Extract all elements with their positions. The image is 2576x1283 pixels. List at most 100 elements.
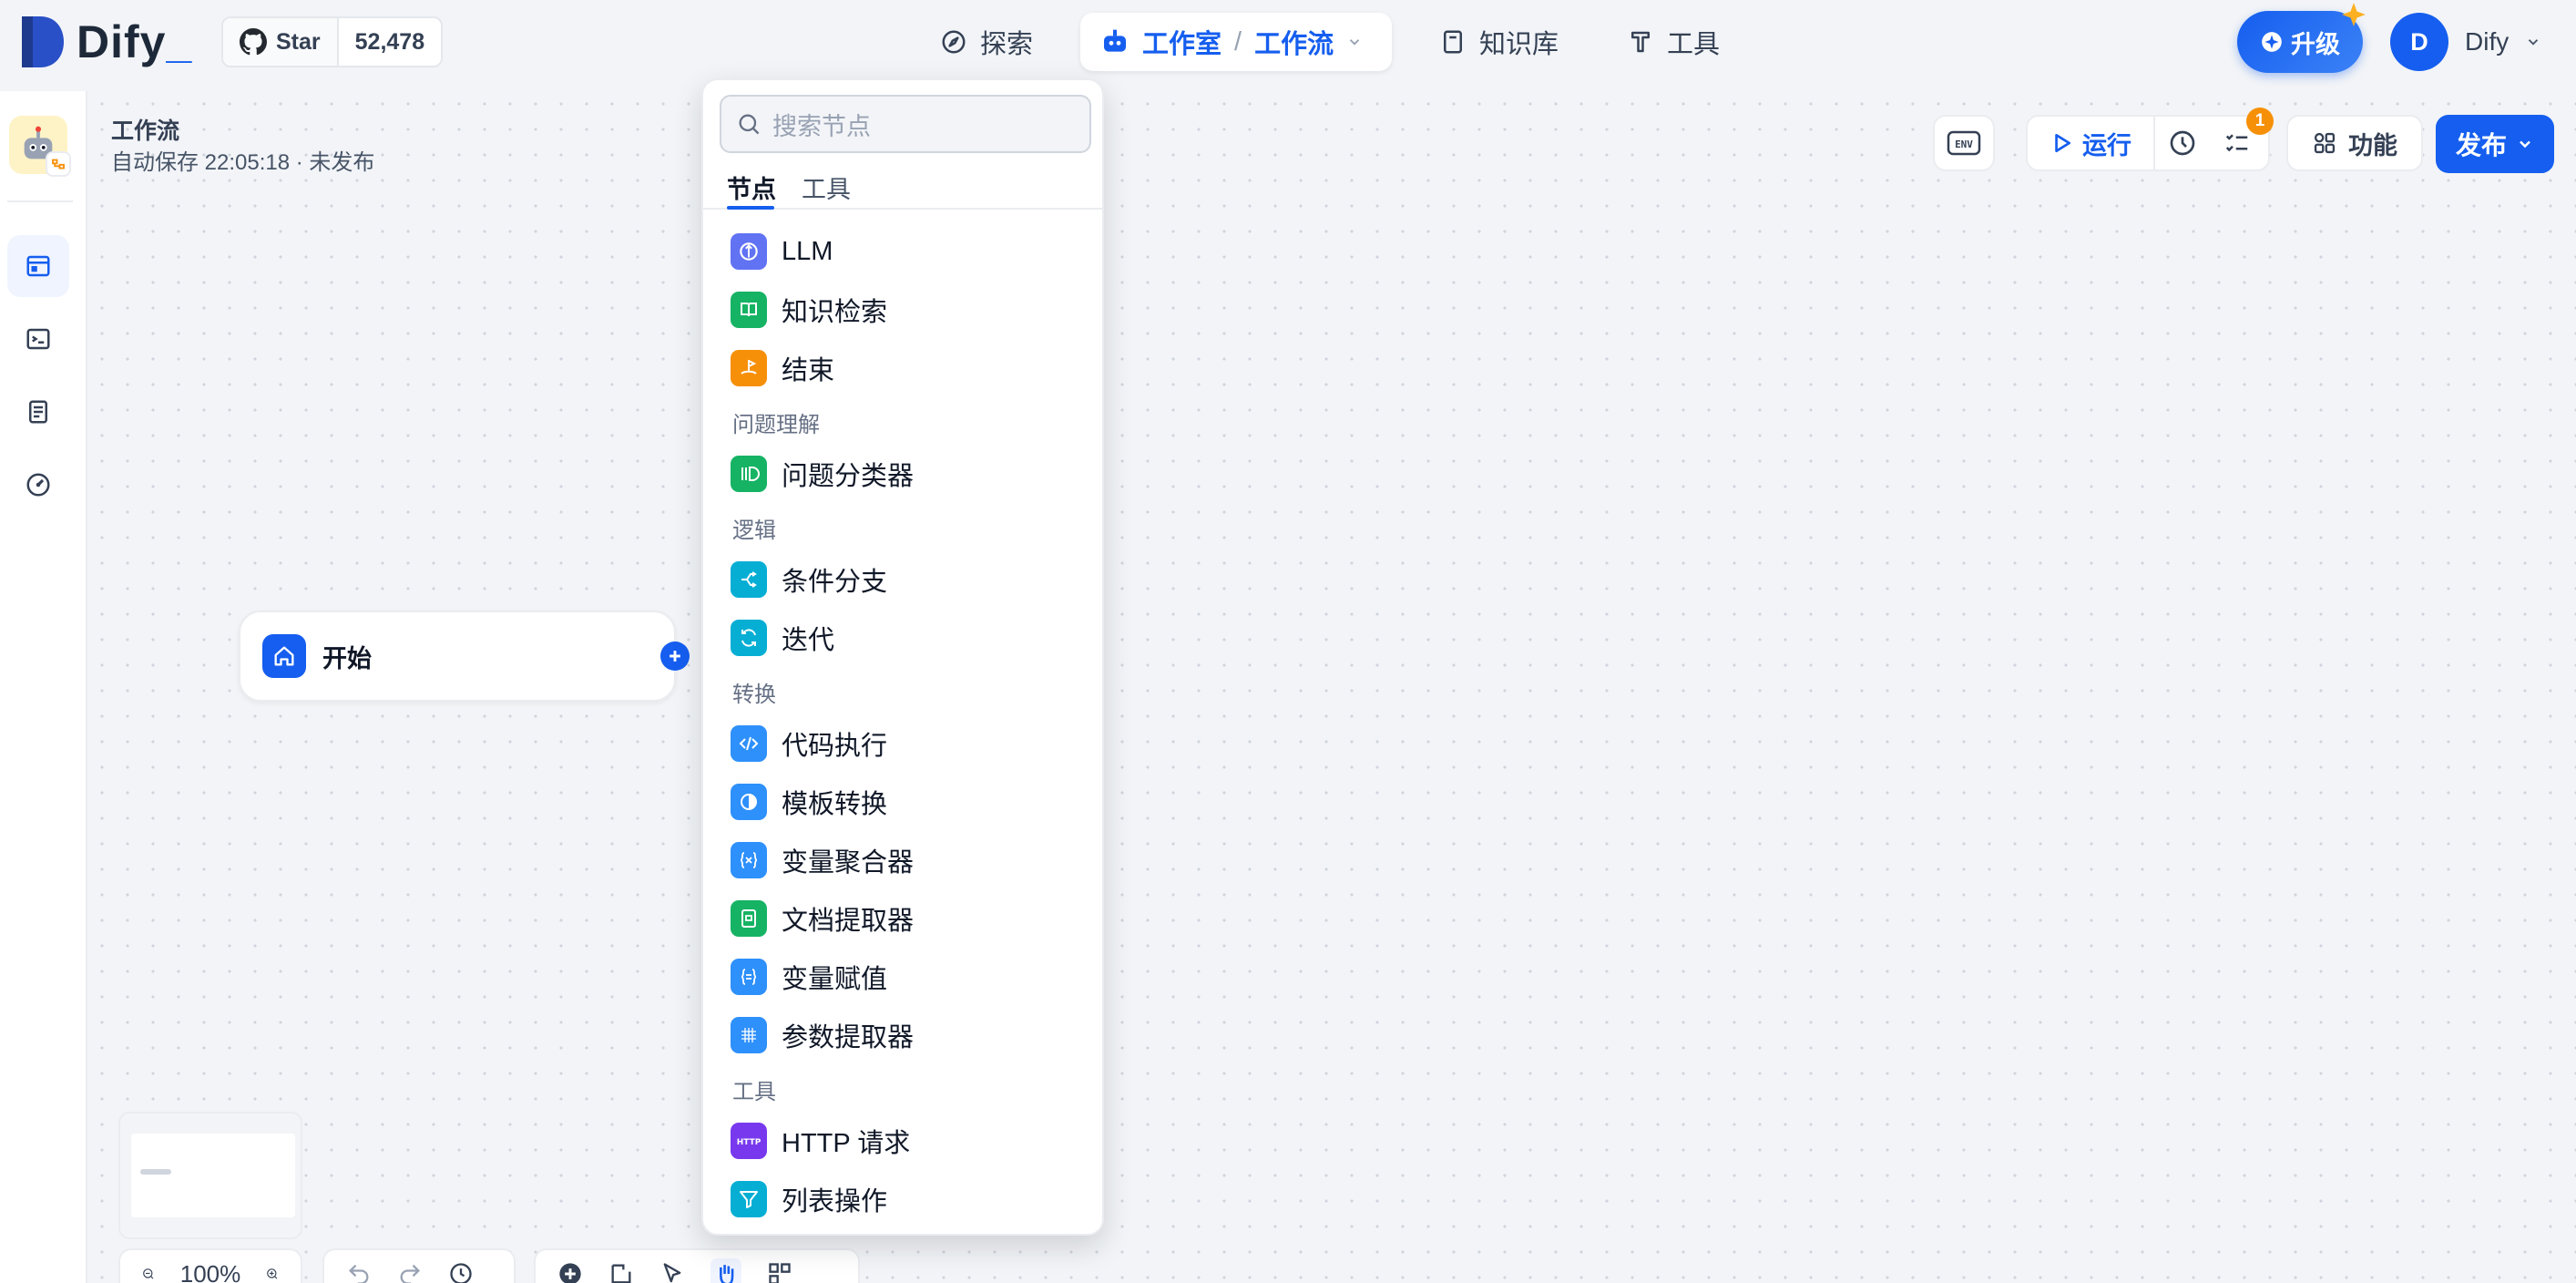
github-star-count[interactable]: 52,478 (339, 18, 441, 66)
document-list-icon (29, 400, 47, 424)
clock-history-icon (2170, 130, 2195, 156)
user-menu[interactable]: D Dify (2390, 11, 2541, 73)
nav-knowledge[interactable]: 知识库 (1419, 13, 1579, 71)
canvas-tools (534, 1248, 860, 1283)
app-sidebar (0, 91, 87, 1283)
node-item-knowledge-retrieval[interactable]: 知识检索 (731, 290, 887, 330)
redo-icon[interactable] (397, 1261, 423, 1283)
workflow-title: 工作流 (111, 118, 180, 144)
template-icon (731, 784, 767, 820)
sidebar-item-logs[interactable] (7, 381, 69, 443)
picker-tabs: 节点 工具 (703, 164, 1102, 210)
assign-icon (731, 959, 767, 995)
nav-studio[interactable]: 工作室 / 工作流 (1080, 13, 1392, 71)
checklist-count-badge: 1 (2246, 108, 2274, 135)
add-note-icon[interactable] (608, 1261, 634, 1283)
organize-icon[interactable] (767, 1261, 792, 1283)
run-button[interactable]: 运行 (2028, 117, 2155, 169)
param-icon (731, 1017, 767, 1053)
llm-icon (731, 233, 767, 270)
variable-icon (731, 842, 767, 878)
minimap-node (140, 1169, 171, 1175)
node-item-template-transform[interactable]: 模板转换 (731, 782, 887, 822)
publish-button[interactable]: 发布 (2436, 115, 2554, 173)
node-item-label: LLM (782, 236, 833, 266)
book-icon (731, 292, 767, 328)
branch-icon (731, 561, 767, 598)
run-toolbar: 运行 (2026, 115, 2270, 171)
loop-icon (731, 620, 767, 656)
hand-icon[interactable] (710, 1258, 741, 1283)
node-picker-popup: 搜索节点 节点 工具 LLM 知识检索 结束 问题理解 问题分类器 逻辑 条件分… (701, 78, 1104, 1236)
env-icon: ENV (1947, 130, 1981, 156)
version-history-icon[interactable] (448, 1261, 474, 1283)
sidebar-divider (7, 200, 73, 202)
node-item-end[interactable]: 结束 (731, 348, 834, 388)
node-item-parameter-extractor[interactable]: 参数提取器 (731, 1015, 914, 1055)
chevron-down-icon (2520, 140, 2530, 149)
sparkle-icon (2262, 32, 2282, 52)
filter-icon (731, 1181, 767, 1217)
nav-explore[interactable]: 探索 (920, 13, 1053, 71)
workflow-save-status: 自动保存 22:05:18 · 未发布 (111, 150, 375, 175)
node-item-label: 参数提取器 (782, 1023, 915, 1052)
nav-explore-label: 探索 (980, 30, 1034, 59)
dify-logo[interactable]: Dify_ (20, 15, 192, 69)
group-label-tools: 工具 (732, 1080, 776, 1104)
node-search-input[interactable]: 搜索节点 (772, 107, 871, 142)
classifier-icon (731, 456, 767, 492)
node-item-question-classifier[interactable]: 问题分类器 (731, 454, 914, 494)
nav-tools[interactable]: 工具 (1607, 13, 1740, 71)
sidebar-item-api[interactable] (7, 308, 69, 370)
window-icon (26, 255, 50, 277)
features-button[interactable]: 功能 (2286, 115, 2423, 171)
node-item-variable-aggregator[interactable]: 变量聚合器 (731, 840, 914, 880)
pointer-icon[interactable] (659, 1261, 685, 1283)
node-item-llm[interactable]: LLM (731, 231, 833, 272)
search-icon (739, 114, 760, 135)
node-item-list-operator[interactable]: 列表操作 (731, 1179, 887, 1219)
svg-text:HTTP: HTTP (737, 1138, 762, 1147)
tab-tools[interactable]: 工具 (802, 169, 851, 205)
zoom-out-icon[interactable] (142, 1262, 155, 1283)
node-item-label: 结束 (782, 356, 835, 385)
doc-extract-icon (731, 900, 767, 937)
sidebar-item-monitoring[interactable] (7, 454, 69, 516)
add-block-icon[interactable] (557, 1261, 583, 1283)
start-node[interactable]: 开始 (239, 611, 676, 702)
node-item-iteration[interactable]: 迭代 (731, 618, 834, 658)
node-item-doc-extractor[interactable]: 文档提取器 (731, 898, 914, 939)
terminal-icon (26, 328, 50, 350)
zoom-level[interactable]: 100% (180, 1260, 241, 1283)
history-button[interactable] (2155, 117, 2210, 169)
github-star-widget[interactable]: Star 52,478 (221, 16, 444, 67)
node-item-variable-assigner[interactable]: 变量赋值 (731, 957, 887, 997)
node-item-label: 变量赋值 (782, 965, 888, 994)
node-item-label: 问题分类器 (782, 462, 915, 491)
nav-studio-sub-label[interactable]: 工作流 (1254, 23, 1334, 61)
zoom-in-icon[interactable] (266, 1262, 279, 1283)
minimap-viewport (131, 1134, 295, 1217)
node-item-if-else[interactable]: 条件分支 (731, 559, 887, 600)
chevron-down-icon (2529, 39, 2539, 46)
node-search[interactable]: 搜索节点 (720, 95, 1091, 153)
node-item-http-request[interactable]: HTTP HTTP 请求 (731, 1121, 910, 1161)
sidebar-item-orchestrate[interactable] (7, 235, 69, 297)
workflow-type-badge (46, 151, 71, 177)
node-item-code[interactable]: 代码执行 (731, 724, 887, 764)
tab-nodes[interactable]: 节点 (727, 169, 776, 205)
node-item-label: HTTP 请求 (782, 1129, 911, 1158)
github-icon (240, 28, 267, 56)
env-button[interactable]: ENV (1933, 115, 1995, 171)
github-star-button[interactable]: Star (223, 18, 339, 66)
nav-studio-label: 工作室 (1142, 30, 1222, 59)
node-item-label: 变量聚合器 (782, 848, 915, 878)
home-icon (262, 634, 306, 678)
code-icon (731, 725, 767, 762)
undo-icon[interactable] (346, 1261, 372, 1283)
add-node-button[interactable] (660, 642, 690, 671)
node-item-label: 条件分支 (782, 568, 888, 597)
nav-separator: / (1234, 26, 1242, 56)
chevron-down-icon[interactable] (1346, 34, 1363, 50)
compass-icon (942, 30, 966, 54)
